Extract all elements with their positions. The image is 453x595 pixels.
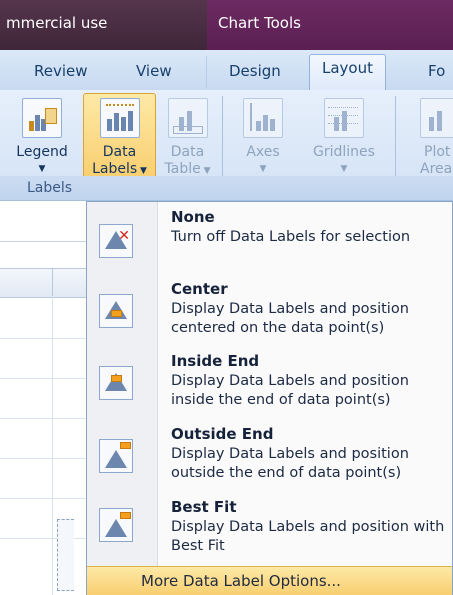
menu-item-none[interactable]: ✕ None Turn off Data Labels for selectio… xyxy=(87,208,452,270)
grid-row-line xyxy=(0,338,90,339)
window-title: mmercial use xyxy=(0,0,207,50)
menu-item-description: Display Data Labels and position with Be… xyxy=(171,519,445,554)
worksheet-area xyxy=(0,201,90,595)
chevron-down-icon: ▼ xyxy=(200,166,211,176)
gridlines-button[interactable]: Gridlines ▼ xyxy=(304,94,384,178)
data-labels-none-icon: ✕ xyxy=(99,224,133,258)
menu-item-best-fit[interactable]: Best Fit Display Data Labels and positio… xyxy=(87,498,452,560)
tab-separator xyxy=(206,56,207,88)
formula-bar xyxy=(0,201,90,242)
menu-item-center[interactable]: Center Display Data Labels and position … xyxy=(87,280,452,342)
menu-item-inside-end[interactable]: Inside End Display Data Labels and posit… xyxy=(87,352,452,414)
grid-column-line xyxy=(52,296,53,595)
chart-tools-contextual-tab: Chart Tools xyxy=(207,0,453,50)
data-labels-label-line1: Data xyxy=(102,144,137,160)
menu-item-title: Inside End xyxy=(171,352,260,370)
more-options-label: More Data Label Options... xyxy=(141,572,341,590)
tab-review[interactable]: Review xyxy=(34,62,88,80)
menu-item-description: Display Data Labels and position centere… xyxy=(171,301,409,336)
data-labels-dropdown-menu: ✕ None Turn off Data Labels for selectio… xyxy=(86,201,453,595)
more-data-label-options-button[interactable]: More Data Label Options... xyxy=(87,566,452,595)
data-table-button[interactable]: Data Table ▼ xyxy=(160,94,215,180)
chart-resize-handle[interactable] xyxy=(57,519,74,591)
data-labels-inside-end-icon xyxy=(99,366,133,400)
data-labels-outside-end-icon xyxy=(99,439,133,473)
data-table-icon xyxy=(167,98,208,138)
axes-icon xyxy=(243,98,283,138)
axes-button[interactable]: Axes ▼ xyxy=(238,94,288,178)
legend-label: Legend xyxy=(16,144,68,160)
menu-item-title: Center xyxy=(171,280,228,298)
grid-row-line xyxy=(0,498,90,499)
tab-format[interactable]: Fo xyxy=(428,62,445,80)
legend-icon xyxy=(22,98,62,138)
data-table-label-line2: Table xyxy=(164,161,201,177)
menu-item-description: Display Data Labels and position inside … xyxy=(171,373,409,408)
data-labels-icon xyxy=(99,98,140,138)
grid-row-line xyxy=(0,538,90,539)
chart-tools-label: Chart Tools xyxy=(218,14,301,32)
plot-area-icon xyxy=(420,98,453,138)
menu-item-title: Best Fit xyxy=(171,498,237,516)
grid-row-line xyxy=(0,418,90,419)
grid-row-line xyxy=(0,458,90,459)
axes-label: Axes xyxy=(246,144,280,160)
menu-item-description: Turn off Data Labels for selection xyxy=(171,229,411,245)
tab-design[interactable]: Design xyxy=(229,62,281,80)
chevron-down-icon: ▼ xyxy=(137,166,147,176)
data-table-label-line1: Data xyxy=(170,144,205,160)
menu-item-outside-end[interactable]: Outside End Display Data Labels and posi… xyxy=(87,425,452,487)
menu-item-title: None xyxy=(171,208,215,226)
column-header-row xyxy=(0,268,90,298)
window-title-text: mmercial use xyxy=(6,14,108,32)
plot-area-label-line1: Plot xyxy=(424,144,451,160)
column-header-divider xyxy=(52,268,53,296)
title-bar: mmercial use Chart Tools xyxy=(0,0,453,50)
data-labels-label-line2: Labels xyxy=(92,161,138,177)
data-labels-best-fit-icon xyxy=(99,508,133,542)
tab-layout[interactable]: Layout xyxy=(309,54,386,90)
menu-item-description: Display Data Labels and position outside… xyxy=(171,446,409,481)
tab-view[interactable]: View xyxy=(136,62,172,80)
menu-item-title: Outside End xyxy=(171,425,274,443)
gridlines-icon xyxy=(324,98,364,138)
gridlines-label: Gridlines xyxy=(313,144,375,160)
grid-row-line xyxy=(0,378,90,379)
legend-button[interactable]: Legend ▼ xyxy=(12,94,72,178)
labels-group-label: Labels xyxy=(27,180,73,196)
data-labels-center-icon xyxy=(99,294,133,328)
plot-area-button[interactable]: Plot Area xyxy=(408,94,453,178)
